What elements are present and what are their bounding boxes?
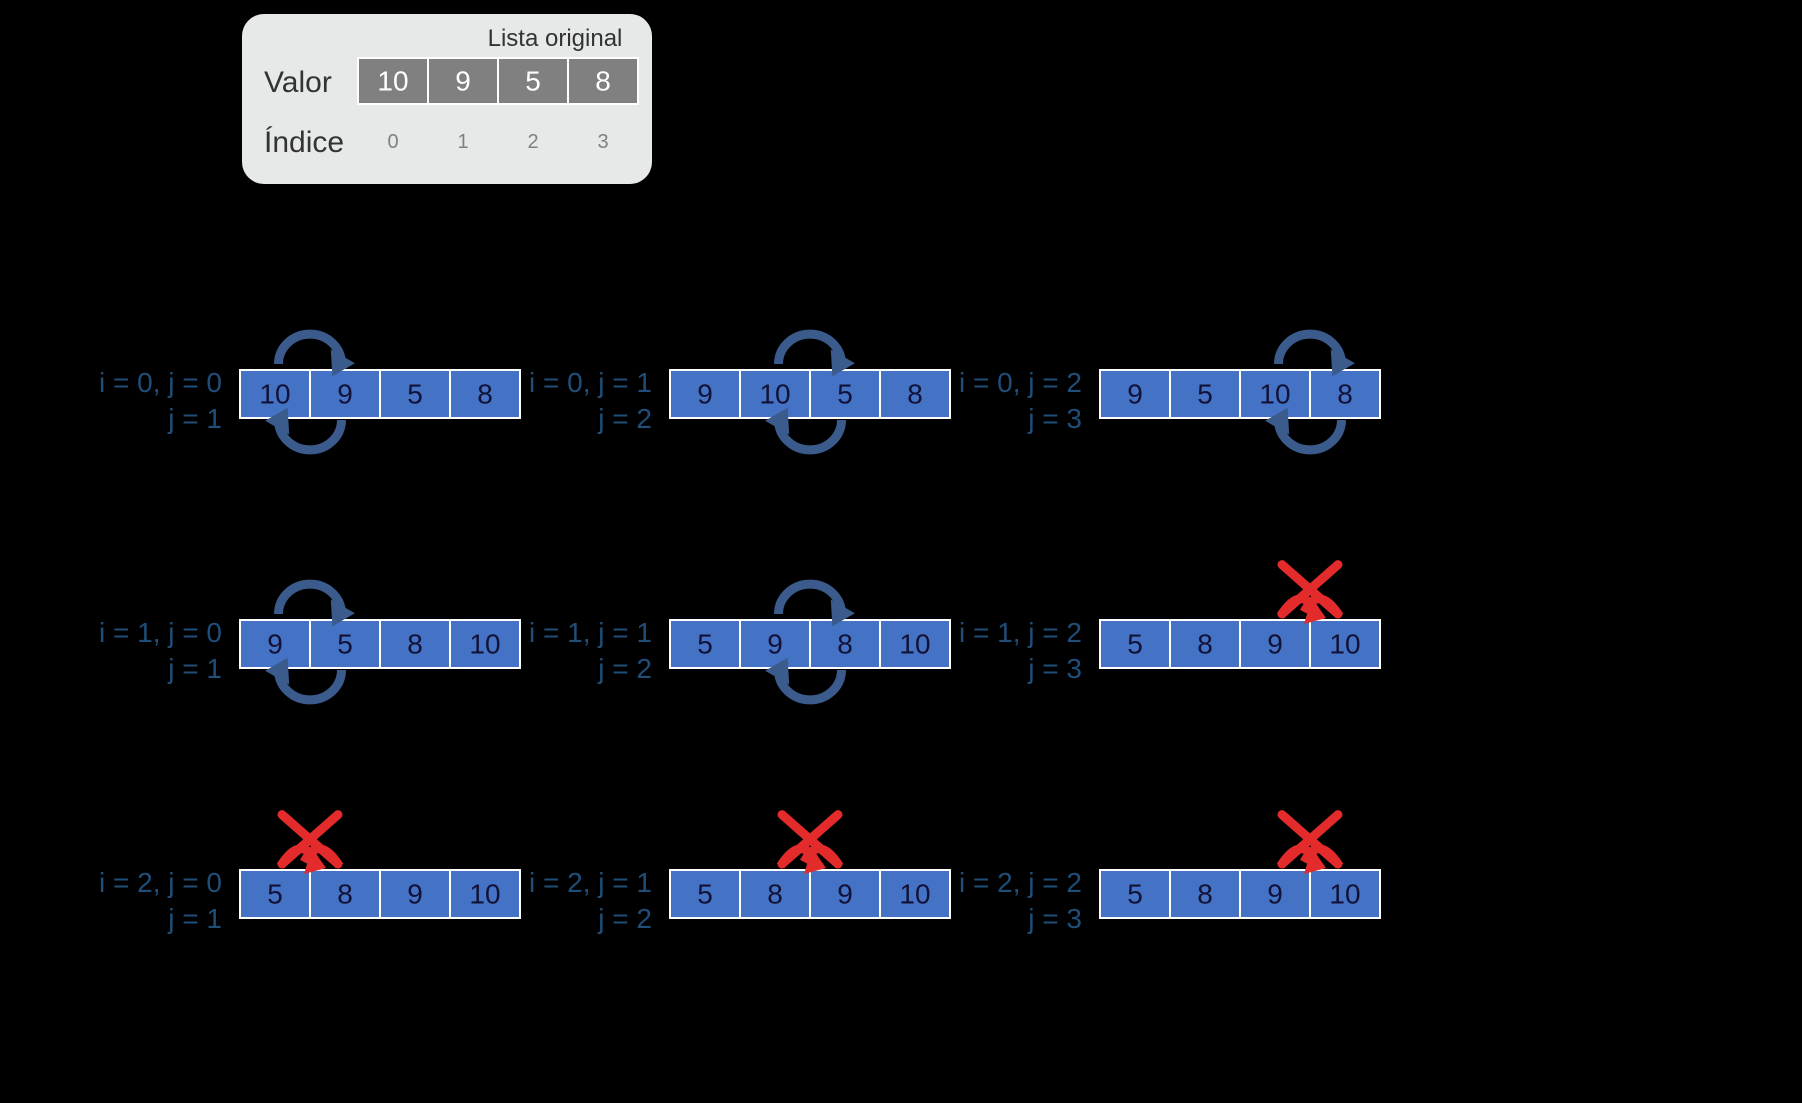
step: i = 0, j = 2 j = 3 9 5 10 8	[959, 334, 1380, 450]
array-cell-value: 9	[267, 629, 283, 660]
step: i = 1, j = 0 j = 1 9 5 8 10	[99, 584, 520, 700]
step: i = 0, j = 0 j = 1 10 9 5 8	[99, 334, 520, 450]
step: i = 0, j = 1 j = 2 9 10 5 8	[529, 334, 950, 450]
step-label-2: j = 1	[167, 653, 222, 684]
step-label-2: j = 2	[597, 653, 652, 684]
legend-index: 1	[457, 131, 468, 153]
array-cell-value: 5	[697, 879, 713, 910]
array-cell-value: 8	[907, 379, 923, 410]
array-cell-value: 5	[267, 879, 283, 910]
array-cell-value: 5	[337, 629, 353, 660]
array-cell-value: 9	[407, 879, 423, 910]
legend-cell-value: 8	[595, 66, 611, 97]
step-label-1: i = 1, j = 0	[99, 617, 222, 648]
legend-cell-value: 9	[455, 66, 471, 97]
array-cell-value: 10	[899, 879, 930, 910]
array-cell-value: 8	[1197, 879, 1213, 910]
array-cell-value: 5	[407, 379, 423, 410]
legend-row-value: Valor	[264, 66, 332, 99]
step-label-1: i = 2, j = 1	[529, 867, 652, 898]
step: i = 2, j = 2 j = 3 5 8 9 10	[959, 815, 1380, 934]
step-label-2: j = 2	[597, 903, 652, 934]
legend-title: Lista original	[488, 25, 623, 52]
array-cell-value: 8	[477, 379, 493, 410]
step-label-2: j = 3	[1027, 903, 1082, 934]
array-cell-value: 10	[1259, 379, 1290, 410]
step: i = 1, j = 1 j = 2 5 9 8 10	[529, 584, 950, 700]
step: i = 1, j = 2 j = 3 5 8 9 10	[959, 565, 1380, 684]
no-swap-marker	[1281, 815, 1340, 874]
array-cell-value: 9	[1267, 629, 1283, 660]
legend-index: 3	[597, 131, 608, 153]
array-cell-value: 5	[1197, 379, 1213, 410]
legend-index: 0	[387, 131, 398, 153]
bubble-sort-diagram: Lista original Valor Índice 10 9 5 8 0 1 2 3 i…	[0, 0, 1802, 1103]
legend-row-index: Índice	[264, 126, 344, 159]
no-swap-marker	[781, 815, 840, 874]
legend-index: 2	[527, 131, 538, 153]
array-cell-value: 9	[697, 379, 713, 410]
step: i = 2, j = 0 j = 1 5 8 9 10	[99, 815, 520, 934]
array-cell-value: 10	[469, 879, 500, 910]
step-label-1: i = 1, j = 1	[529, 617, 652, 648]
legend-cell-value: 5	[525, 66, 541, 97]
step-label-2: j = 3	[1027, 403, 1082, 434]
array-cell-value: 5	[1127, 879, 1143, 910]
array-cell-value: 5	[1127, 629, 1143, 660]
array-cell-value: 8	[1337, 379, 1353, 410]
array-cell-value: 9	[1267, 879, 1283, 910]
array-cell-value: 9	[337, 379, 353, 410]
array-cell-value: 10	[259, 379, 290, 410]
step-label-2: j = 3	[1027, 653, 1082, 684]
no-swap-marker	[1281, 565, 1340, 624]
array-cell-value: 8	[1197, 629, 1213, 660]
step-label-2: j = 1	[167, 403, 222, 434]
step-label-1: i = 0, j = 2	[959, 367, 1082, 398]
step: i = 2, j = 1 j = 2 5 8 9 10	[529, 815, 950, 934]
step-label-1: i = 0, j = 1	[529, 367, 652, 398]
step-label-2: j = 2	[597, 403, 652, 434]
array-cell-value: 10	[1329, 629, 1360, 660]
array-cell-value: 9	[837, 879, 853, 910]
step-label-2: j = 1	[167, 903, 222, 934]
array-cell-value: 9	[767, 629, 783, 660]
array-cell-value: 10	[469, 629, 500, 660]
array-cell-value: 10	[759, 379, 790, 410]
array-cell-value: 8	[407, 629, 423, 660]
array-cell-value: 10	[1329, 879, 1360, 910]
step-label-1: i = 2, j = 2	[959, 867, 1082, 898]
step-label-1: i = 2, j = 0	[99, 867, 222, 898]
no-swap-marker	[281, 815, 340, 874]
array-cell-value: 8	[837, 629, 853, 660]
legend-cell-value: 10	[377, 66, 408, 97]
array-cell-value: 9	[1127, 379, 1143, 410]
array-cell-value: 5	[697, 629, 713, 660]
array-cell-value: 10	[899, 629, 930, 660]
array-cell-value: 8	[767, 879, 783, 910]
step-label-1: i = 0, j = 0	[99, 367, 222, 398]
array-cell-value: 5	[837, 379, 853, 410]
array-cell-value: 8	[337, 879, 353, 910]
step-label-1: i = 1, j = 2	[959, 617, 1082, 648]
legend-card: Lista original Valor Índice 10 9 5 8 0 1 2 3	[242, 14, 652, 184]
